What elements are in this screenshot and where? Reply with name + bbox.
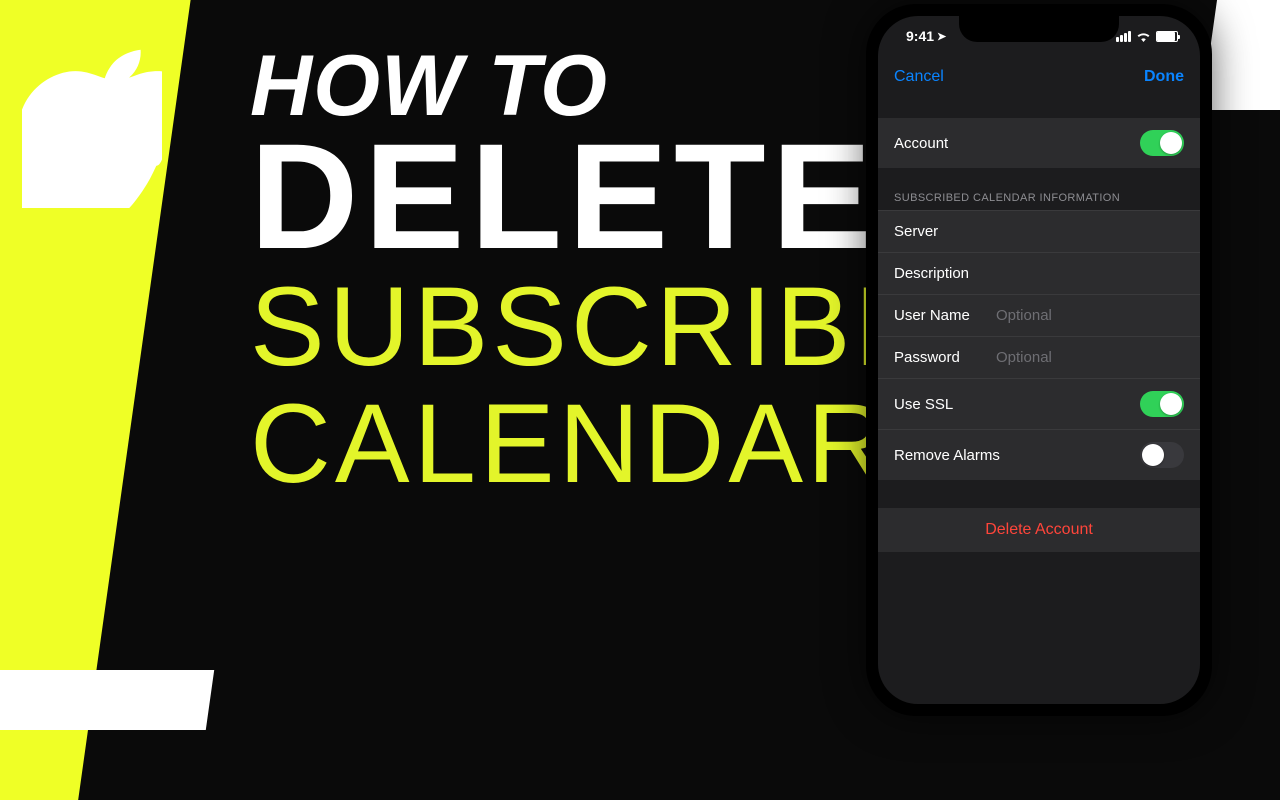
done-button[interactable]: Done — [1144, 68, 1184, 86]
username-label: User Name — [894, 307, 982, 324]
account-row[interactable]: Account — [878, 118, 1200, 168]
description-row[interactable]: Description — [878, 252, 1200, 294]
account-label: Account — [894, 135, 948, 152]
headline-line4: Calendar — [250, 385, 810, 503]
description-label: Description — [894, 265, 982, 282]
cellular-icon — [1116, 31, 1131, 42]
corner-accent-bottom-left — [0, 670, 214, 730]
nav-bar: Cancel Done — [878, 56, 1200, 100]
account-toggle[interactable] — [1140, 130, 1184, 156]
remove-alarms-toggle[interactable] — [1140, 442, 1184, 468]
use-ssl-toggle[interactable] — [1140, 391, 1184, 417]
use-ssl-label: Use SSL — [894, 396, 953, 413]
server-row[interactable]: Server — [878, 210, 1200, 252]
apple-logo-icon — [22, 38, 162, 208]
headline-line2: DELETE — [250, 125, 810, 268]
status-time: 9:41 — [906, 28, 934, 44]
wifi-icon — [1136, 31, 1151, 42]
cancel-button[interactable]: Cancel — [894, 68, 944, 86]
phone-screen: 9:41 ➤ Cancel Done Account SUBSCRIBED CA… — [878, 16, 1200, 704]
password-placeholder: Optional — [996, 349, 1052, 366]
location-icon: ➤ — [937, 30, 946, 43]
use-ssl-row[interactable]: Use SSL — [878, 378, 1200, 429]
username-placeholder: Optional — [996, 307, 1052, 324]
username-row[interactable]: User Name Optional — [878, 294, 1200, 336]
remove-alarms-label: Remove Alarms — [894, 447, 1000, 464]
section-header: SUBSCRIBED CALENDAR INFORMATION — [878, 186, 1200, 210]
headline: How to DELETE Subscribed Calendar — [250, 48, 810, 503]
phone-notch — [959, 16, 1119, 42]
password-label: Password — [894, 349, 982, 366]
password-row[interactable]: Password Optional — [878, 336, 1200, 378]
headline-line3: Subscribed — [250, 268, 810, 386]
remove-alarms-row[interactable]: Remove Alarms — [878, 429, 1200, 480]
phone-frame: 9:41 ➤ Cancel Done Account SUBSCRIBED CA… — [866, 4, 1212, 716]
server-label: Server — [894, 223, 982, 240]
delete-account-button[interactable]: Delete Account — [878, 508, 1200, 552]
battery-icon — [1156, 31, 1178, 42]
